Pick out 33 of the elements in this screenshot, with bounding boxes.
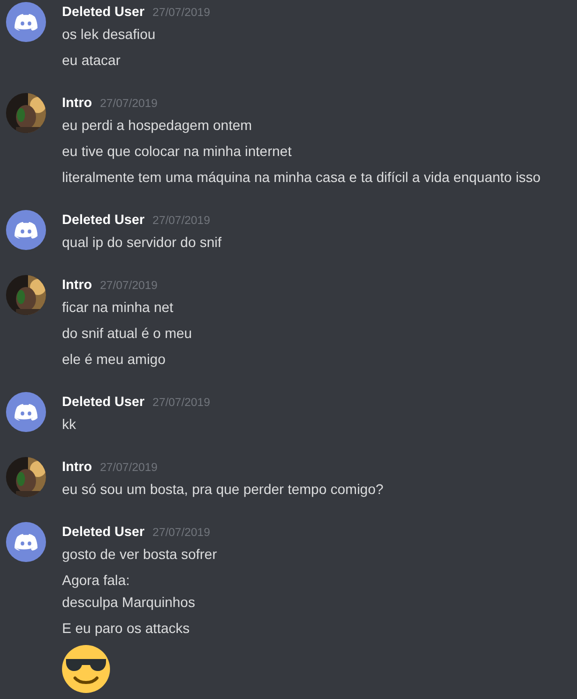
timestamp: 27/07/2019 (100, 461, 158, 476)
timestamp: 27/07/2019 (152, 214, 210, 229)
sunglasses-emoji-icon (62, 645, 110, 693)
message-text: eu tive que colocar na minha internet (62, 142, 292, 161)
default-avatar-icon (6, 392, 46, 432)
default-avatar-icon (6, 522, 46, 562)
message-text: ficar na minha net (62, 298, 174, 317)
timestamp: 27/07/2019 (100, 97, 158, 112)
message-text: gosto de ver bosta sofrer (62, 545, 217, 564)
author-name[interactable]: Deleted User (62, 1, 145, 23)
author-name[interactable]: Intro (62, 456, 92, 478)
message-text: eu só sou um bosta, pra que perder tempo comigo? (62, 480, 384, 499)
timestamp: 27/07/2019 (152, 6, 210, 21)
default-avatar-icon (6, 210, 46, 250)
message-text: E eu paro os attacks (62, 619, 190, 638)
author-name[interactable]: Deleted User (62, 521, 145, 543)
timestamp: 27/07/2019 (152, 526, 210, 541)
author-name[interactable]: Deleted User (62, 391, 145, 413)
message-text: eu perdi a hospedagem ontem (62, 116, 252, 135)
message-text: kk (62, 415, 76, 434)
message-text: eu atacar (62, 51, 120, 70)
message-text: os lek desafiou (62, 25, 156, 44)
message-text: do snif atual é o meu (62, 324, 192, 343)
timestamp: 27/07/2019 (152, 396, 210, 411)
message-text: Agora fala: desculpa Marquinhos (62, 571, 196, 612)
author-name[interactable]: Deleted User (62, 209, 145, 231)
message-text: qual ip do servidor do snif (62, 233, 222, 252)
author-name[interactable]: Intro (62, 92, 92, 114)
message-text: literalmente tem uma máquina na minha casa e ta difícil a vida enquanto isso (62, 168, 541, 187)
default-avatar-icon (6, 2, 46, 42)
message-text: ele é meu amigo (62, 350, 166, 369)
timestamp: 27/07/2019 (100, 279, 158, 294)
author-name[interactable]: Intro (62, 274, 92, 296)
